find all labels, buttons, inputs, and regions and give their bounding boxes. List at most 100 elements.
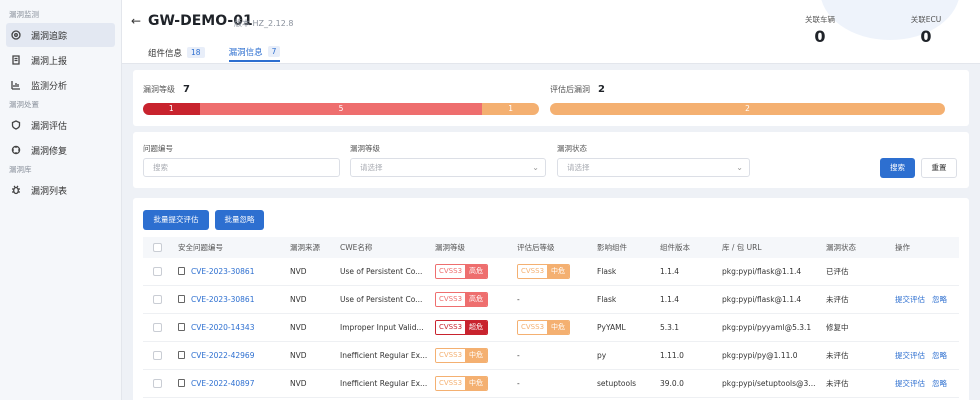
severity-level: 高危 xyxy=(465,293,488,306)
source-cell: NVD xyxy=(290,267,307,276)
vulnerability-level-card: 漏洞等级 7 151 评估后漏洞 2 2 xyxy=(133,70,969,126)
ignore-link[interactable]: 忽略 xyxy=(932,379,947,388)
copy-icon[interactable] xyxy=(178,267,185,275)
row-checkbox[interactable] xyxy=(153,379,162,388)
submit-evaluation-link[interactable]: 提交评估 xyxy=(895,351,925,360)
package-url-cell: pkg:pypi/flask@1.1.4 xyxy=(722,267,802,276)
row-checkbox[interactable] xyxy=(153,295,162,304)
table-row: CVE-2023-30861 NVD Use of Persistent Co...… xyxy=(143,286,959,314)
severity-scheme: CVSS3 xyxy=(436,265,466,278)
reset-button[interactable]: 重置 xyxy=(921,158,957,178)
severity-tag: CVSS3 高危 xyxy=(435,264,489,279)
version-cell: 5.3.1 xyxy=(660,323,680,332)
copy-icon[interactable] xyxy=(178,323,185,331)
status-cell: 未评估 xyxy=(826,295,849,304)
sidebar-group-title: 漏洞处置 xyxy=(9,100,39,109)
vulnerability-id-link[interactable]: CVE-2023-30861 xyxy=(191,295,254,304)
batch-ignore-button[interactable]: 批量忽略 xyxy=(215,210,264,230)
vulnerability-id-cell: CVE-2020-14343 xyxy=(178,323,254,332)
column-header: 漏洞来源 xyxy=(290,243,320,252)
stat-label: 关联车辆 xyxy=(805,15,835,24)
vulnerability-id-link[interactable]: CVE-2023-30861 xyxy=(191,267,254,276)
column-header: 操作 xyxy=(895,243,910,252)
row-checkbox[interactable] xyxy=(153,351,162,360)
submit-evaluation-link[interactable]: 提交评估 xyxy=(895,295,925,304)
source-cell: NVD xyxy=(290,295,307,304)
version-cell: 1.1.4 xyxy=(660,295,680,304)
issue-id-search-input[interactable]: 搜索 xyxy=(143,158,340,177)
tab-bar: 组件信息 18 漏洞信息 7 xyxy=(148,43,304,62)
column-header: 组件版本 xyxy=(660,243,690,252)
severity-tag: CVSS3 中危 xyxy=(517,264,571,279)
evaluated-total: 2 xyxy=(598,84,605,95)
search-button[interactable]: 搜索 xyxy=(880,158,915,178)
status-select[interactable]: 请选择 ⌄ xyxy=(557,158,750,177)
version-cell: 39.0.0 xyxy=(660,379,684,388)
sidebar-item-label: 漏洞修复 xyxy=(31,146,68,157)
sidebar-item[interactable]: 漏洞追踪 xyxy=(6,23,115,47)
evaluated-label: 评估后漏洞 xyxy=(550,85,590,94)
severity-scheme: CVSS3 xyxy=(436,321,466,334)
severity-level: 中危 xyxy=(547,321,570,334)
package-url-cell: pkg:pypi/py@1.11.0 xyxy=(722,351,798,360)
tab-components[interactable]: 组件信息 18 xyxy=(148,43,205,62)
column-header: 安全问题编号 xyxy=(178,243,223,252)
bug-icon xyxy=(11,185,21,195)
component-cell: Flask xyxy=(597,295,617,304)
ignore-link[interactable]: 忽略 xyxy=(932,351,947,360)
level-select[interactable]: 请选择 ⌄ xyxy=(350,158,546,177)
level-segment: 5 xyxy=(199,103,483,115)
status-cell: 修复中 xyxy=(826,323,849,332)
sidebar-item-label: 漏洞列表 xyxy=(31,186,68,197)
copy-icon[interactable] xyxy=(178,379,185,387)
sidebar-item-label: 漏洞评估 xyxy=(31,121,68,132)
sidebar-item[interactable]: 漏洞列表 xyxy=(6,178,115,202)
submit-evaluation-link[interactable]: 提交评估 xyxy=(895,379,925,388)
row-checkbox[interactable] xyxy=(153,323,162,332)
sidebar-item[interactable]: 漏洞修复 xyxy=(6,138,115,162)
package-url-cell: pkg:pypi/pyyaml@5.3.1 xyxy=(722,323,812,332)
sidebar-group-title: 漏洞监测 xyxy=(9,10,39,19)
severity-tag: CVSS3 超危 xyxy=(435,320,489,335)
vulnerability-id-link[interactable]: CVE-2022-42969 xyxy=(191,351,254,360)
sidebar-item[interactable]: 漏洞上报 xyxy=(6,48,115,72)
severity-tag: CVSS3 中危 xyxy=(517,320,571,335)
severity-scheme: CVSS3 xyxy=(436,377,466,390)
back-arrow-icon[interactable]: ← xyxy=(131,14,141,28)
severity-tag: CVSS3 中危 xyxy=(435,376,489,391)
level-cell: CVSS3 中危 xyxy=(435,376,489,391)
row-checkbox[interactable] xyxy=(153,267,162,276)
copy-icon[interactable] xyxy=(178,295,185,303)
level-summary: 漏洞等级 7 xyxy=(143,84,190,95)
evaluated-level-cell: CVSS3 中危 xyxy=(517,320,571,335)
tab-vulnerabilities[interactable]: 漏洞信息 7 xyxy=(228,43,281,62)
status-cell: 已评估 xyxy=(826,267,849,276)
vulnerability-table-card: 批量提交评估 批量忽略 安全问题编号 漏洞来源 CWE名称 漏洞等级 评估后等级 影响组件… xyxy=(133,198,969,400)
select-all-checkbox[interactable] xyxy=(153,243,162,252)
copy-icon[interactable] xyxy=(178,351,185,359)
cwe-name-cell: Improper Input Valid... xyxy=(340,323,424,332)
severity-scheme: CVSS3 xyxy=(436,293,466,306)
sidebar-item[interactable]: 监测分析 xyxy=(6,73,115,97)
component-cell: Flask xyxy=(597,267,617,276)
level-segment: 1 xyxy=(482,103,539,115)
evaluated-distribution-bar: 2 xyxy=(550,103,945,115)
cwe-name-cell: Inefficient Regular Ex... xyxy=(340,379,428,388)
cwe-name-cell: Use of Persistent Co... xyxy=(340,295,423,304)
ignore-link[interactable]: 忽略 xyxy=(932,295,947,304)
level-cell: CVSS3 高危 xyxy=(435,264,489,279)
vulnerability-id-link[interactable]: CVE-2022-40897 xyxy=(191,379,254,388)
batch-submit-button[interactable]: 批量提交评估 xyxy=(143,210,209,230)
tab-count-badge: 18 xyxy=(187,47,205,58)
sidebar-item[interactable]: 漏洞评估 xyxy=(6,113,115,137)
table-header: 安全问题编号 漏洞来源 CWE名称 漏洞等级 评估后等级 影响组件 组件版本 库 / 包 UR… xyxy=(143,237,959,258)
severity-level: 中危 xyxy=(547,265,570,278)
vulnerability-id-link[interactable]: CVE-2020-14343 xyxy=(191,323,254,332)
level-segment: 1 xyxy=(143,103,200,115)
level-total: 7 xyxy=(183,84,190,95)
severity-tag: CVSS3 高危 xyxy=(435,292,489,307)
status-cell: 未评估 xyxy=(826,351,849,360)
level-label: 漏洞等级 xyxy=(143,85,175,94)
cwe-name-cell: Inefficient Regular Ex... xyxy=(340,351,428,360)
evaluated-level-cell: CVSS3 中危 xyxy=(517,264,571,279)
